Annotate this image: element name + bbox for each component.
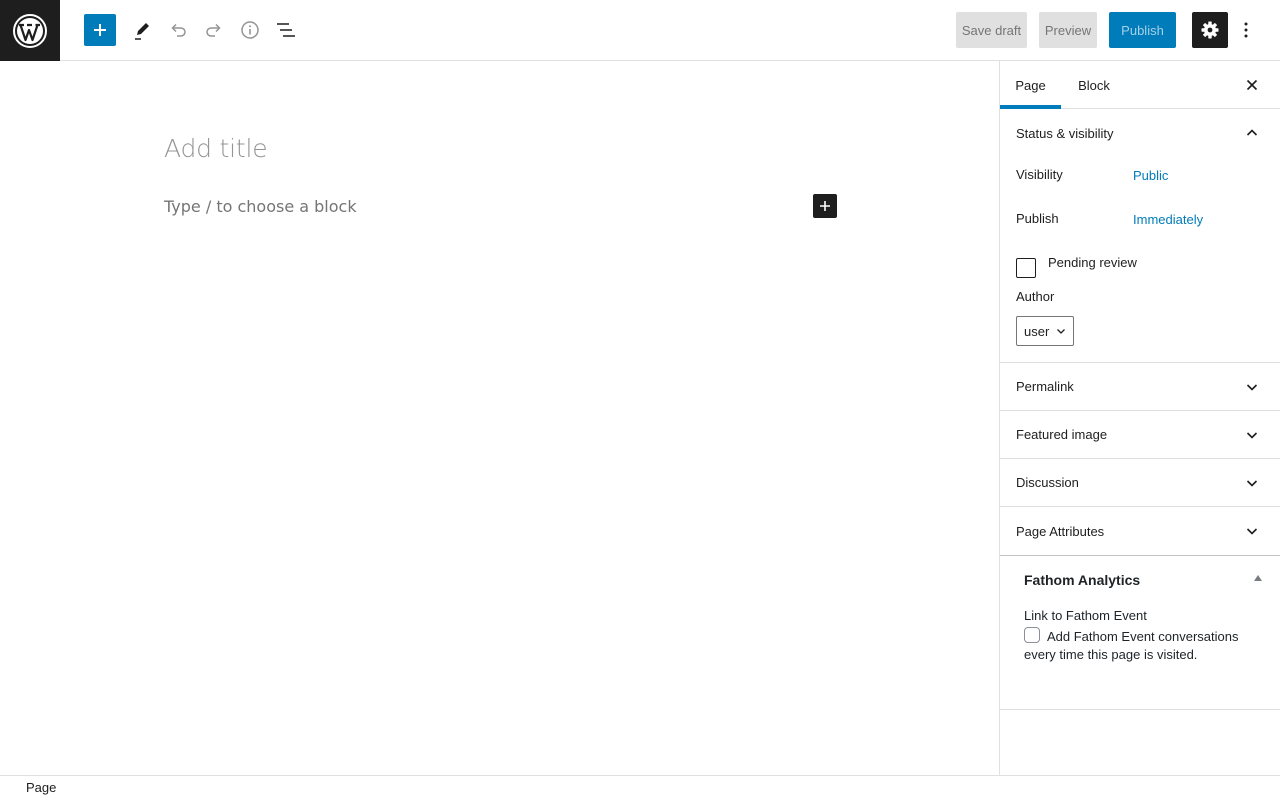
list-view-button[interactable] (270, 14, 302, 46)
chevron-down-icon (1246, 432, 1258, 439)
redo-icon (206, 23, 221, 37)
chevron-down-icon (1057, 329, 1065, 334)
undo-icon (171, 23, 186, 37)
title-input[interactable]: Add title (164, 134, 268, 163)
close-sidebar-button[interactable] (1240, 73, 1264, 97)
editor-header: Save draft Preview Publish (0, 0, 1280, 61)
settings-sidebar: Page Block Status & visibility Visibilit… (999, 61, 1280, 775)
list-view-icon (277, 23, 295, 37)
chevron-down-icon (1246, 480, 1258, 487)
publish-button[interactable]: Publish (1109, 12, 1176, 48)
panel-permalink-toggle[interactable]: Permalink (1000, 363, 1280, 411)
block-placeholder[interactable]: Type / to choose a block (164, 197, 357, 216)
fathom-link-label: Link to Fathom Event (1024, 608, 1147, 623)
gear-icon (1201, 21, 1219, 39)
add-block-button[interactable] (84, 14, 116, 46)
fathom-title: Fathom Analytics (1024, 572, 1141, 588)
plus-icon (94, 24, 106, 36)
pending-review-label: Pending review (1048, 255, 1137, 270)
sidebar-tabs: Page Block (1000, 61, 1280, 109)
publish-date-link[interactable]: Immediately (1133, 212, 1203, 227)
panel-featured-image-toggle[interactable]: Featured image (1000, 411, 1280, 459)
preview-button[interactable]: Preview (1039, 12, 1097, 48)
panel-title: Permalink (1016, 379, 1074, 394)
wordpress-logo-icon[interactable] (0, 0, 60, 61)
status-visibility-body: Visibility Public Publish Immediately Pe… (1000, 157, 1280, 363)
tab-page[interactable]: Page (1000, 61, 1061, 109)
editor-footer: Page (0, 775, 1280, 800)
block-breadcrumb[interactable]: Page (26, 780, 56, 795)
pencil-icon (135, 23, 149, 40)
visibility-label: Visibility (1016, 167, 1063, 182)
undo-button[interactable] (162, 14, 194, 46)
save-draft-button[interactable]: Save draft (956, 12, 1027, 48)
chevron-down-icon (1246, 528, 1258, 535)
author-label: Author (1016, 289, 1055, 304)
chevron-down-icon (1246, 384, 1258, 391)
edit-mode-button[interactable] (126, 14, 158, 46)
panel-title: Page Attributes (1016, 523, 1105, 539)
publish-label: Publish (1016, 211, 1059, 226)
panel-title: Discussion (1016, 475, 1079, 490)
author-select[interactable]: user (1016, 316, 1074, 346)
panel-status-visibility-toggle[interactable]: Status & visibility (1000, 109, 1280, 157)
more-vertical-icon (1244, 22, 1248, 38)
details-button[interactable] (234, 14, 266, 46)
triangle-up-icon[interactable] (1254, 575, 1262, 581)
more-options-button[interactable] (1234, 12, 1258, 48)
panel-discussion-toggle[interactable]: Discussion (1000, 459, 1280, 507)
panel-title: Status & visibility (1016, 125, 1114, 141)
fathom-analytics-metabox: Fathom Analytics Link to Fathom Event Ad… (1000, 555, 1280, 710)
redo-button[interactable] (198, 14, 230, 46)
plus-icon (820, 201, 830, 211)
panel-page-attributes-toggle[interactable]: Page Attributes (1000, 507, 1280, 555)
inline-add-block-button[interactable] (813, 194, 837, 218)
panel-title: Featured image (1016, 427, 1108, 442)
fathom-event-checkbox-label: Add Fathom Event conversations every tim… (1024, 629, 1239, 662)
settings-button[interactable] (1192, 12, 1228, 48)
visibility-value-link[interactable]: Public (1133, 168, 1168, 183)
editor-canvas: Add title Type / to choose a block (0, 61, 999, 775)
author-select-value: user (1024, 323, 1050, 339)
tab-block[interactable]: Block (1061, 61, 1127, 109)
info-icon (241, 21, 259, 39)
close-icon (1246, 79, 1258, 91)
chevron-up-icon (1246, 129, 1258, 136)
pending-review-checkbox[interactable] (1016, 258, 1036, 278)
